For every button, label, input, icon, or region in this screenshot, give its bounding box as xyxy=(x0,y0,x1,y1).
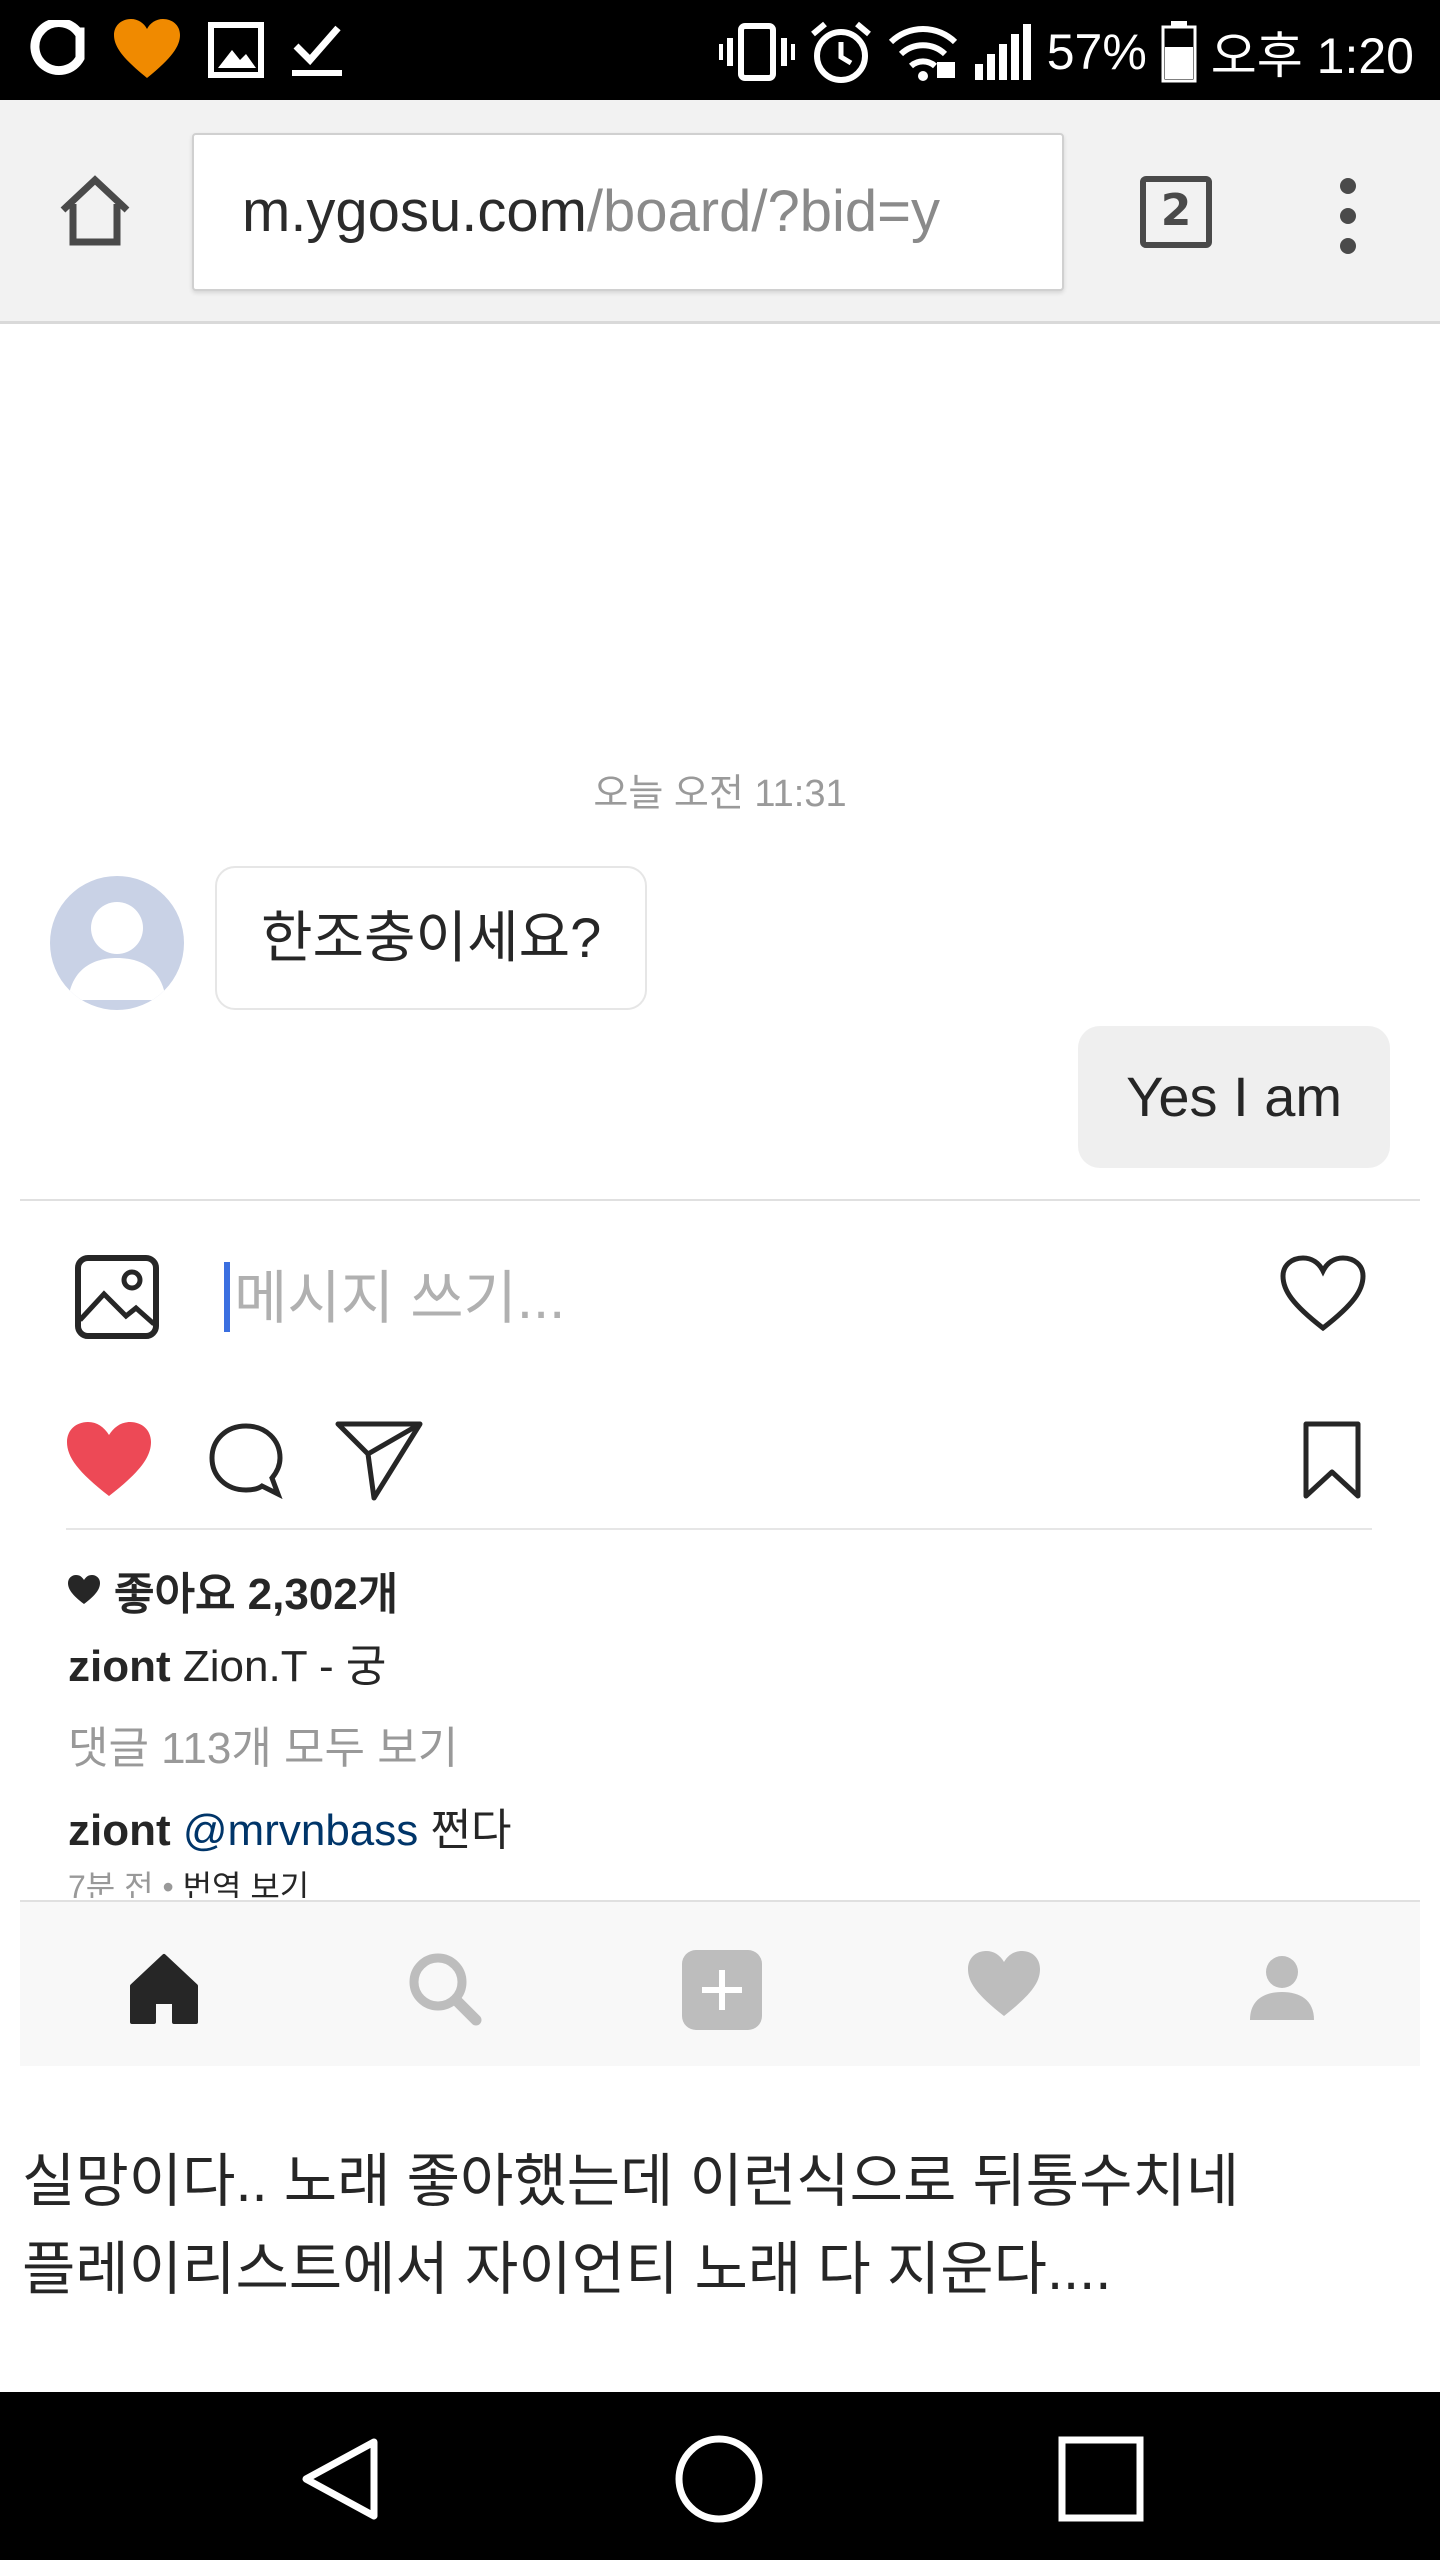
back-triangle-icon xyxy=(302,2438,378,2520)
recents-square-icon xyxy=(1058,2436,1144,2522)
signal-icon xyxy=(973,22,1033,82)
profile-icon xyxy=(1250,1956,1314,2020)
app-bottom-nav xyxy=(20,1900,1420,2066)
system-nav-bar xyxy=(0,2392,1440,2560)
default-avatar-icon xyxy=(68,902,166,1000)
home-system-button[interactable] xyxy=(674,2434,764,2524)
clock-time: 오후 1:20 xyxy=(1210,28,1414,84)
comment-meta: 7분 전 • 번역 보기 xyxy=(68,1862,309,1898)
avatar xyxy=(50,876,184,1010)
outgoing-message-bubble: Yes I am xyxy=(1078,1026,1390,1168)
battery-percent: 57% xyxy=(1046,24,1147,80)
comment-mention[interactable]: @mrvnbass xyxy=(183,1806,418,1855)
nav-home[interactable] xyxy=(124,1948,204,2028)
caption-username[interactable]: ziont xyxy=(68,1642,171,1691)
text-caret xyxy=(224,1262,230,1332)
overflow-menu-button[interactable] xyxy=(1330,176,1366,256)
message-input[interactable] xyxy=(234,1258,1134,1338)
search-icon xyxy=(409,1953,482,2026)
vibrate-icon xyxy=(718,22,795,82)
like-button[interactable] xyxy=(64,1420,154,1500)
image-icon xyxy=(208,22,264,78)
share-button[interactable] xyxy=(334,1418,424,1502)
divider xyxy=(66,1528,1372,1530)
home-button[interactable] xyxy=(55,170,135,250)
comment-bubble-icon xyxy=(209,1423,283,1500)
dot-separator: • xyxy=(162,1869,174,1898)
browser-toolbar: m.ygosu.com/board/?bid=y 2 xyxy=(0,100,1440,324)
nav-search[interactable] xyxy=(404,1948,484,2028)
comment-username[interactable]: ziont xyxy=(68,1806,171,1855)
add-post-icon xyxy=(682,1950,762,2030)
nav-activity[interactable] xyxy=(964,1948,1044,2028)
article-line: 플레이리스트에서 자이언티 노래 다 지운다.... xyxy=(22,2237,1112,2302)
status-bar: 57% 오후 1:20 xyxy=(0,0,1440,100)
bookmark-icon xyxy=(1303,1421,1361,1499)
comment-text: 쩐다 xyxy=(430,1806,512,1855)
likes-label: 좋아요 2,302개 xyxy=(114,1570,399,1619)
heart-nav-icon xyxy=(968,1951,1040,2016)
article-line: 실망이다.. 노래 좋아했는데 이런식으로 뒤통수치네 xyxy=(22,2149,1240,2214)
likes-count[interactable]: 좋아요 2,302개 xyxy=(66,1558,398,1622)
heart-small-icon xyxy=(68,1575,100,1604)
image-attach-button[interactable] xyxy=(74,1254,160,1340)
alarm-icon xyxy=(809,20,873,84)
article-text: 실망이다.. 노래 좋아했는데 이런식으로 뒤통수치네 플레이리스트에서 자이언… xyxy=(22,2138,1422,2314)
incoming-message-bubble: 한조충이세요? xyxy=(215,866,648,1010)
bookmark-button[interactable] xyxy=(1300,1420,1364,1500)
divider xyxy=(20,1199,1420,1201)
url-path: /board/?bid=y xyxy=(586,179,940,244)
recents-button[interactable] xyxy=(1056,2434,1146,2524)
heart-outline-icon xyxy=(1280,1255,1366,1332)
tab-switcher-button[interactable]: 2 xyxy=(1140,176,1212,248)
translate-link[interactable]: 번역 보기 xyxy=(183,1869,310,1898)
home-icon xyxy=(60,175,130,246)
chat-timestamp: 오늘 오전 11:31 xyxy=(593,773,847,815)
home-circle-icon xyxy=(675,2435,763,2523)
olleh-icon xyxy=(26,20,86,80)
comment-button[interactable] xyxy=(206,1420,286,1500)
address-bar[interactable]: m.ygosu.com/board/?bid=y xyxy=(192,133,1064,291)
view-all-comments-link[interactable]: 댓글 113개 모두 보기 xyxy=(68,1712,458,1776)
more-vert-icon xyxy=(1340,178,1356,254)
heart-filled-icon xyxy=(67,1422,151,1496)
heart-button[interactable] xyxy=(1278,1254,1368,1334)
post-caption: ziont Zion.T - 궁 xyxy=(68,1630,386,1694)
comment: ziont @mrvnbass 쩐다 xyxy=(68,1794,511,1858)
battery-icon xyxy=(1161,21,1197,83)
url-host: m.ygosu.com xyxy=(242,179,587,244)
wifi-icon xyxy=(887,22,959,82)
caption-text: Zion.T - 궁 xyxy=(182,1642,387,1691)
download-check-icon xyxy=(290,22,344,78)
send-icon xyxy=(335,1421,423,1501)
comment-time: 7분 전 xyxy=(68,1869,154,1898)
nav-new-post[interactable] xyxy=(680,1948,762,2030)
image-icon xyxy=(75,1255,159,1339)
heart-app-icon xyxy=(112,18,182,82)
back-button[interactable] xyxy=(296,2434,386,2524)
nav-profile[interactable] xyxy=(1242,1948,1322,2028)
home-icon xyxy=(130,1954,198,2024)
